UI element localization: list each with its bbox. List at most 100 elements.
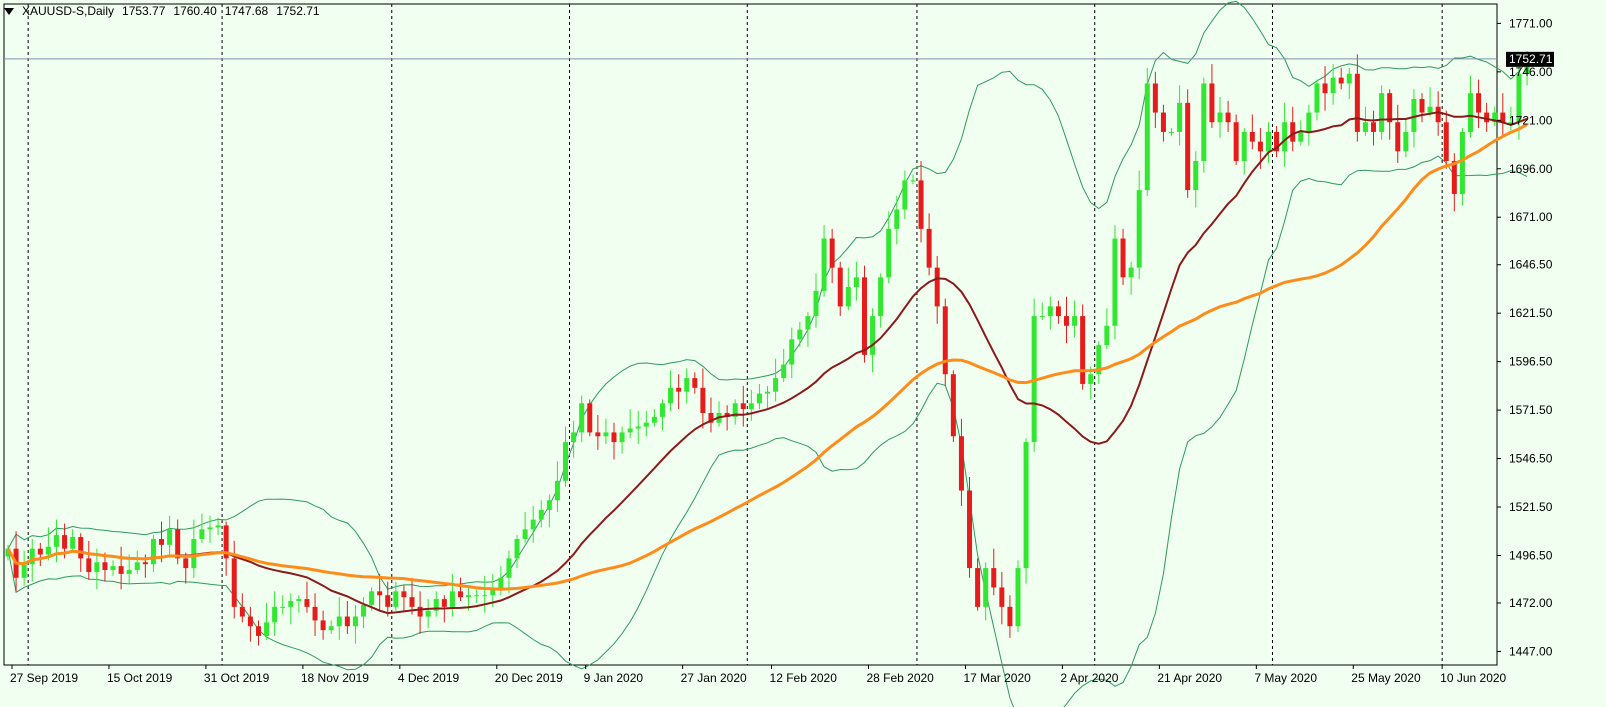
candle-body (457, 591, 463, 598)
candle-body (530, 519, 536, 530)
candle-body (789, 339, 795, 365)
candle-body (1144, 83, 1150, 191)
candle-body (110, 566, 116, 571)
candle-body (1387, 93, 1393, 123)
candle-body (967, 490, 973, 569)
candle-body (1233, 122, 1239, 162)
candle-body (692, 378, 698, 388)
candle-body (401, 591, 407, 598)
candle-body (571, 432, 577, 443)
candle-body (62, 535, 68, 549)
bollinger-middle-line (7, 111, 1528, 614)
candle-body (522, 529, 528, 540)
candle-body (1112, 238, 1118, 326)
candle-body (474, 595, 480, 597)
candle-body (1249, 131, 1255, 142)
dropdown-triangle-icon[interactable] (4, 7, 14, 15)
candle-body (449, 591, 455, 607)
candle-body (781, 364, 787, 379)
open-value: 1753.77 (122, 4, 166, 18)
candle-body (1039, 316, 1045, 318)
candle-body (199, 529, 205, 540)
y-tick-label: 1472.00 (1509, 596, 1553, 610)
price-chart[interactable]: 1771.00 1746.00 1721.00 1696.00 1671.00 1646.… (0, 0, 1606, 707)
candle-body (797, 329, 803, 340)
candle-body (304, 599, 310, 607)
candle-body (1476, 93, 1482, 113)
candle-body (1047, 306, 1053, 317)
candle-body (983, 568, 989, 607)
candle-body (902, 180, 908, 210)
candle-body (611, 432, 617, 443)
x-tick-label: 27 Sep 2019 (10, 671, 78, 685)
candle-body (563, 442, 569, 481)
candle-body (425, 610, 431, 617)
candle-body (773, 378, 779, 392)
candle-body (1128, 267, 1134, 278)
candle-body (441, 599, 447, 607)
candle-body (1362, 122, 1368, 132)
candle-body (756, 393, 762, 404)
candle-body (150, 539, 156, 565)
candle-body (280, 606, 286, 608)
candle-body (1063, 316, 1069, 326)
candle-body (1403, 131, 1409, 152)
candle-body (765, 391, 771, 394)
candle-body (861, 277, 867, 355)
candle-body (1314, 83, 1320, 113)
candle-body (134, 562, 140, 571)
candle-body (191, 539, 197, 569)
candle-body (361, 604, 367, 617)
candle-body (385, 595, 391, 607)
candle-body (352, 616, 358, 627)
candle-body (328, 626, 334, 631)
candle-body (1217, 112, 1223, 123)
candle-body (118, 566, 124, 574)
candle-body (684, 378, 690, 392)
candle-body (1201, 83, 1207, 162)
candle-body (247, 616, 253, 627)
ma-fast-line (7, 111, 1528, 615)
candle-body (950, 374, 956, 437)
candle-body (1193, 161, 1199, 191)
candle-body (1306, 112, 1312, 132)
y-tick-label: 1696.00 (1509, 162, 1553, 176)
y-tick-label: 1721.00 (1509, 113, 1553, 127)
close-value: 1752.71 (276, 4, 320, 18)
candle-body (918, 180, 924, 229)
x-tick-label: 31 Oct 2019 (204, 671, 270, 685)
candle-body (344, 616, 350, 627)
plot-frame (3, 3, 1498, 666)
candle-body (829, 238, 835, 268)
candle-body (1072, 316, 1078, 326)
x-tick-label: 21 Apr 2020 (1157, 671, 1222, 685)
candle-body (1257, 141, 1263, 152)
candle-body (1225, 112, 1231, 123)
candle-body (1080, 316, 1086, 384)
candle-body (466, 595, 472, 598)
candle-body (603, 432, 609, 437)
x-tick-label: 18 Nov 2019 (301, 671, 369, 685)
x-tick-label: 25 May 2020 (1351, 671, 1421, 685)
candle-body (651, 416, 657, 423)
candle-body (546, 500, 552, 510)
candle-body (417, 606, 423, 617)
bollinger-lower-line (7, 155, 1528, 707)
candle-body (1160, 112, 1166, 132)
candle-body (1443, 122, 1449, 162)
candle-body (659, 403, 665, 417)
y-tick-label: 1571.50 (1509, 403, 1553, 417)
candle-body (175, 529, 181, 559)
candle-body (1282, 122, 1288, 152)
price-tag-label: 1752.71 (1509, 52, 1553, 66)
y-tick-label: 1546.50 (1509, 452, 1553, 466)
candle-body (78, 537, 84, 559)
candle-body (272, 606, 278, 623)
candle-body (676, 387, 682, 392)
chart-window[interactable]: 1771.00 1746.00 1721.00 1696.00 1671.00 1646.… (0, 0, 1606, 707)
candle-body (21, 564, 27, 578)
candle-body (748, 403, 754, 410)
y-tick-label: 1596.50 (1509, 355, 1553, 369)
x-tick-label: 27 Jan 2020 (681, 671, 747, 685)
candle-body (886, 228, 892, 278)
